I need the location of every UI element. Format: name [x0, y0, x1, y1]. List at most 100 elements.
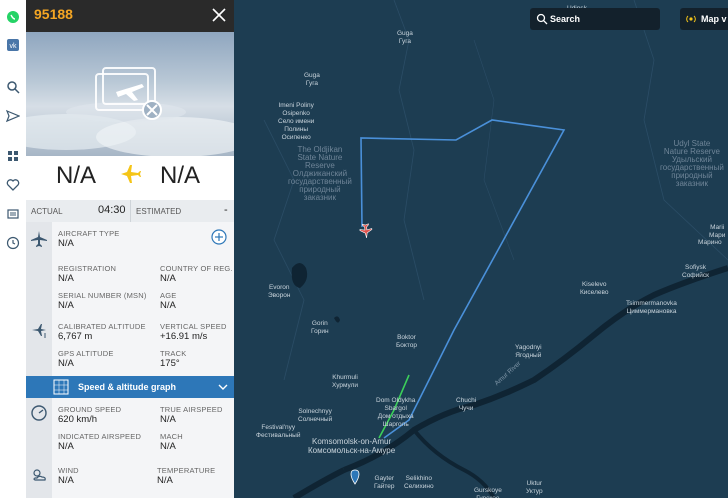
place-guga: Guga Гуга [304, 72, 320, 87]
estimated-label: ESTIMATED [136, 207, 182, 216]
track-value: 175° [160, 358, 180, 369]
actual-label: ACTUAL [31, 207, 63, 216]
aircraft-photo-placeholder [26, 32, 234, 156]
vertical-speed-label: VERTICAL SPEED [160, 322, 227, 331]
route-row: N/A N/A [26, 156, 234, 200]
chevron-down-icon [218, 384, 228, 390]
aircraft-type-value: N/A [58, 238, 74, 249]
destination-code: N/A [160, 162, 201, 189]
place-festivalnyy: Festival'nyy Фестивальный [256, 424, 301, 439]
wind-label: WIND [58, 466, 79, 475]
registration-label: REGISTRATION [58, 264, 117, 273]
place-yagodny: Yagodnyi Ягодный [515, 344, 542, 359]
serial-label: SERIAL NUMBER (MSN) [58, 291, 147, 300]
send-icon[interactable] [6, 109, 20, 123]
gps-altitude-value: N/A [58, 358, 74, 369]
calibrated-altitude-value: 6,767 m [58, 331, 93, 342]
place-chuchi: Chuchi Чучи [456, 397, 477, 412]
place-uktur: Uktur Уктур [526, 480, 543, 495]
wind-value: N/A [58, 475, 74, 486]
true-airspeed-label: TRUE AIRSPEED [160, 405, 223, 414]
vertical-speed-value: +16.91 m/s [160, 331, 208, 342]
place-kiselevo: Kiselevo Киселево [580, 281, 609, 296]
aircraft-icon [31, 231, 47, 247]
age-label: AGE [160, 291, 177, 300]
search-icon[interactable] [6, 80, 20, 94]
place-tsimmermanovka: Tsimmermanovka Циммермановка [626, 300, 677, 315]
aircraft-type-label: AIRCRAFT TYPE [58, 229, 120, 238]
place-sofiysk: Sofiysk Софийск [682, 264, 710, 279]
altitude-section: CALIBRATED ALTITUDE 6,767 m VERTICAL SPE… [26, 316, 234, 377]
clock-icon[interactable] [6, 236, 20, 250]
track-label: TRACK [160, 349, 187, 358]
close-icon[interactable] [210, 6, 228, 24]
serial-value: N/A [58, 300, 74, 311]
weather-section: WIND N/A TEMPERATURE N/A [26, 458, 234, 498]
vk-icon[interactable]: vk [6, 38, 20, 52]
speed-altitude-graph-toggle[interactable]: Speed & altitude graph [26, 376, 234, 398]
heart-icon[interactable] [6, 178, 20, 192]
registration-value: N/A [58, 273, 74, 284]
temperature-label: TEMPERATURE [157, 466, 216, 475]
map-view[interactable]: Udinsk Guga Гуга Guga Гуга Imeni Poliny … [234, 0, 728, 498]
country-value: N/A [160, 273, 176, 284]
grid-icon[interactable] [6, 149, 20, 163]
section-icon-column [26, 398, 52, 458]
place-gayter: Gayter Гайтер [374, 475, 395, 490]
speedometer-icon [31, 405, 47, 421]
graph-label: Speed & altitude graph [78, 382, 177, 392]
mach-value: N/A [160, 441, 176, 452]
ground-speed-label: GROUND SPEED [58, 405, 122, 414]
true-airspeed-value: N/A [160, 414, 176, 425]
origin-code: N/A [56, 162, 97, 189]
panel-header: 95188 [26, 0, 234, 32]
add-icon[interactable] [211, 229, 227, 245]
search-label: Search [550, 14, 581, 24]
place-komsomolsk-on-amur: Komsomolsk-on-Amur Комсомольск-на-Амуре [308, 437, 396, 455]
place-marino: Марино [698, 239, 722, 246]
actual-time: 04:30 [98, 204, 126, 216]
broadcast-icon [686, 15, 696, 23]
country-label: COUNTRY OF REG. [160, 264, 233, 273]
indicated-airspeed-value: N/A [58, 441, 74, 452]
search-icon [536, 13, 548, 25]
weather-icon [33, 469, 46, 481]
ground-speed-value: 620 km/h [58, 414, 98, 425]
svg-text:vk: vk [10, 43, 18, 50]
plane-icon [115, 159, 145, 189]
indicated-airspeed-label: INDICATED AIRSPEED [58, 432, 142, 441]
place-imeni-poliny-osipenko: Imeni Poliny Osipenko Село имени Полины … [278, 102, 315, 141]
place-dom-otdykha: Dom Oldykha Sbargol Дом отдыха Шарголь [376, 397, 416, 428]
section-icon-column [26, 316, 52, 376]
place-udyl-reserve: Udyl State Nature Reserve Удыльский госу… [660, 139, 724, 188]
place-marii: Marii Мари [709, 224, 726, 239]
map-search-button[interactable]: Search [530, 8, 660, 30]
place-evoron: Evoron Эворон [268, 284, 291, 299]
flight-track [360, 119, 566, 439]
altitude-icon [32, 324, 46, 338]
section-icon-column [26, 458, 52, 498]
time-row: ACTUAL 04:30 ESTIMATED - [26, 200, 234, 222]
speed-section: GROUND SPEED 620 km/h TRUE AIRSPEED N/A … [26, 398, 234, 459]
age-value: N/A [160, 300, 176, 311]
flight-detail-panel: 95188 N/A N/A ACTUAL 04:30 ESTIMATED - A… [26, 0, 234, 498]
place-guga-north: Guga Гуга [397, 30, 413, 45]
location-pin-icon [350, 469, 360, 485]
app-sidebar: vk [0, 0, 27, 498]
place-gorin: Gorin Горин [311, 320, 329, 335]
section-icon-column [26, 222, 52, 316]
place-solnechnyy: Solnechnyy Солнечный [298, 408, 333, 423]
gps-altitude-label: GPS ALTITUDE [58, 349, 114, 358]
time-divider [130, 200, 131, 222]
place-selikhino: Selikhino Селихино [404, 475, 434, 490]
place-gurskoye: Gurskoye Гурское [474, 487, 502, 498]
no-photo-icon [26, 67, 234, 156]
place-khurmuli: Khurmuli Хурмули [332, 374, 359, 389]
whatsapp-icon[interactable] [6, 10, 20, 24]
temperature-value: N/A [157, 475, 173, 486]
place-boktor: Boktor Боктор [396, 334, 417, 349]
mach-label: MACH [160, 432, 183, 441]
map-view-button[interactable]: Map v [680, 8, 728, 30]
estimated-time: - [224, 204, 228, 216]
news-icon[interactable] [6, 207, 20, 221]
